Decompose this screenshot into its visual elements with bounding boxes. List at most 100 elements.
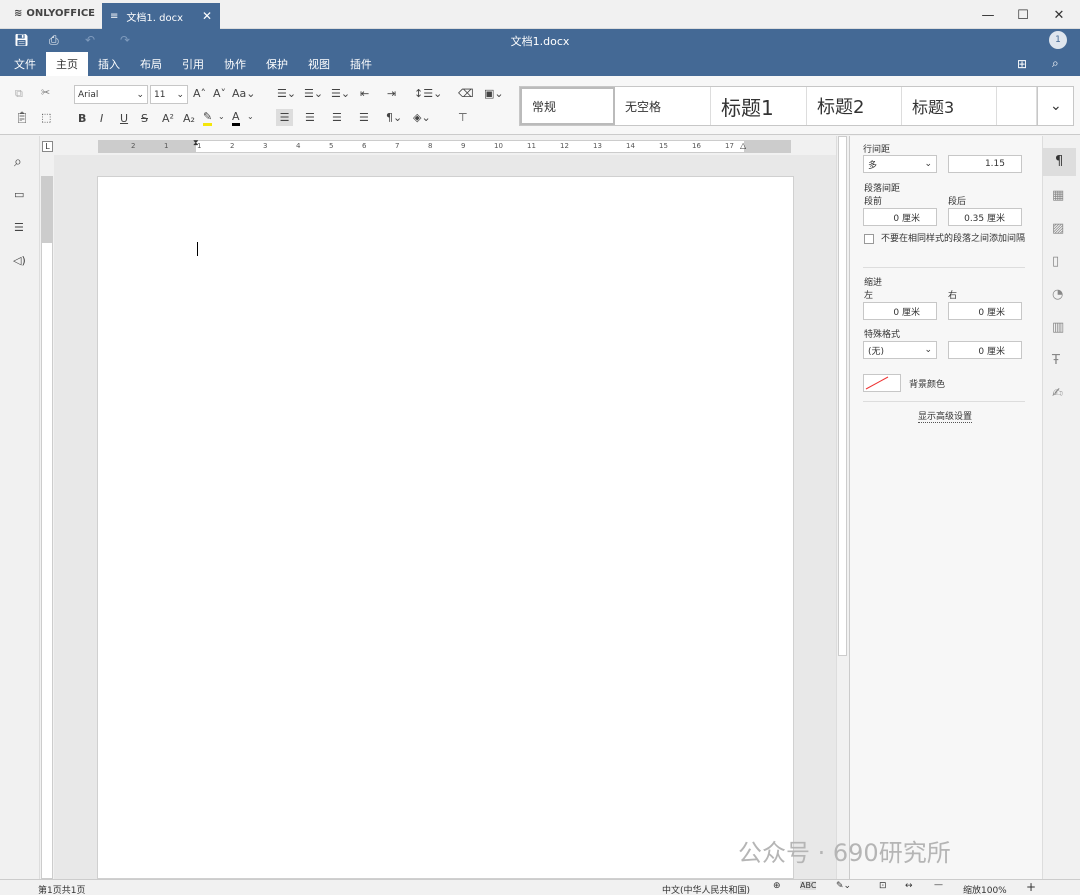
line-spacing-input[interactable]: 1.15 xyxy=(948,155,1022,173)
expand-styles-icon[interactable]: ⌄ xyxy=(1037,87,1073,125)
maximize-button[interactable]: ☐ xyxy=(1008,4,1038,26)
tab-references[interactable]: 引用 xyxy=(172,52,214,76)
style-normal[interactable]: 常规 xyxy=(520,87,615,125)
advanced-settings-link[interactable]: 显示高级设置 xyxy=(918,409,973,423)
cut-icon[interactable]: ✂ xyxy=(41,86,50,99)
feedback-icon[interactable]: ◁) xyxy=(13,254,26,267)
track-changes-icon[interactable]: ✎⌄ xyxy=(836,881,851,891)
search-icon[interactable]: ⌕ xyxy=(1052,56,1059,71)
chevron-down-icon[interactable]: ⌄ xyxy=(218,112,225,121)
superscript-icon[interactable]: A² xyxy=(162,112,174,125)
font-name-select[interactable]: Arial ⌄ xyxy=(74,85,148,104)
bold-icon[interactable]: B xyxy=(78,112,86,125)
chevron-down-icon[interactable]: ⌄ xyxy=(247,112,254,121)
select-all-icon[interactable]: ⬚ xyxy=(41,111,51,124)
special-format-value-input[interactable]: 0 厘米 xyxy=(948,341,1022,359)
align-left-icon[interactable]: ☰ xyxy=(276,109,293,126)
spellcheck-icon[interactable]: ABC xyxy=(800,881,817,890)
zoom-in-icon[interactable]: + xyxy=(1026,880,1036,894)
tab-file[interactable]: 文件 xyxy=(4,52,46,76)
shading-icon[interactable]: ◈⌄ xyxy=(413,111,431,124)
decrease-font-icon[interactable]: A˅ xyxy=(213,87,226,100)
divider xyxy=(863,267,1025,268)
chevron-down-icon: ⌄ xyxy=(136,89,144,100)
left-indent-input[interactable]: 0 厘米 xyxy=(863,302,937,320)
vertical-scrollbar[interactable] xyxy=(836,136,848,879)
line-spacing-icon[interactable]: ↕☰⌄ xyxy=(414,87,442,100)
comments-icon[interactable]: ▭ xyxy=(14,188,24,201)
image-settings-icon[interactable]: ▨ xyxy=(1052,221,1064,236)
fit-width-icon[interactable]: ↔ xyxy=(905,881,913,891)
globe-icon[interactable]: ⊕ xyxy=(773,881,781,891)
style-heading3[interactable]: 标题3 xyxy=(902,87,997,125)
document-tab[interactable]: ≡ 文档1. docx ✕ xyxy=(102,3,220,29)
close-tab-icon[interactable]: ✕ xyxy=(202,9,212,23)
right-indent-input[interactable]: 0 厘米 xyxy=(948,302,1022,320)
no-space-checkbox[interactable] xyxy=(864,234,874,244)
search-icon[interactable]: ⌕ xyxy=(14,154,22,170)
paste-icon[interactable]: 📋︎ xyxy=(15,111,29,124)
tab-view[interactable]: 视图 xyxy=(298,52,340,76)
tab-layout[interactable]: 布局 xyxy=(130,52,172,76)
chart-settings-icon[interactable]: ▥ xyxy=(1052,320,1064,335)
spacing-before-input[interactable]: 0 厘米 xyxy=(863,208,937,226)
paragraph-settings-icon[interactable]: ¶ xyxy=(1055,154,1063,169)
tab-home[interactable]: 主页 xyxy=(46,52,88,76)
justify-icon[interactable]: ☰ xyxy=(359,111,369,124)
line-spacing-mode-select[interactable]: 多 ⌄ xyxy=(863,155,937,173)
align-right-icon[interactable]: ☰ xyxy=(332,111,342,124)
navigation-icon[interactable]: ☰ xyxy=(14,221,24,234)
signature-settings-icon[interactable]: ✍ xyxy=(1052,386,1063,401)
font-size-select[interactable]: 11 ⌄ xyxy=(150,85,188,104)
tab-collaboration[interactable]: 协作 xyxy=(214,52,256,76)
bullet-list-icon[interactable]: ☰⌄ xyxy=(277,87,296,100)
user-avatar[interactable]: 1 xyxy=(1049,31,1067,49)
shape-settings-icon[interactable]: ◔ xyxy=(1052,287,1063,302)
copy-icon[interactable]: ⧉ xyxy=(15,87,23,101)
scrollbar-thumb[interactable] xyxy=(838,136,847,656)
special-format-select[interactable]: (无) ⌄ xyxy=(863,341,937,359)
clear-style-icon[interactable]: ⌫ xyxy=(458,87,474,100)
zoom-out-icon[interactable]: — xyxy=(934,880,943,890)
decrease-indent-icon[interactable]: ⇤ xyxy=(360,87,369,100)
increase-font-icon[interactable]: A˄ xyxy=(193,87,206,100)
spacing-after-input[interactable]: 0.35 厘米 xyxy=(948,208,1022,226)
italic-icon[interactable]: I xyxy=(100,112,103,125)
multilevel-list-icon[interactable]: ☰⌄ xyxy=(331,87,350,100)
header-footer-icon[interactable]: ▯ xyxy=(1052,254,1059,269)
style-heading2[interactable]: 标题2 xyxy=(807,87,902,125)
copy-style-icon[interactable]: ⊤ xyxy=(458,111,468,124)
style-no-spacing[interactable]: 无空格 xyxy=(615,87,711,125)
tab-insert[interactable]: 插入 xyxy=(88,52,130,76)
increase-indent-icon[interactable]: ⇥ xyxy=(387,87,396,100)
open-location-icon[interactable]: ⊞ xyxy=(1017,57,1027,71)
style-heading1[interactable]: 标题1 xyxy=(711,87,807,125)
table-settings-icon[interactable]: ▦ xyxy=(1052,188,1064,203)
color-scheme-icon[interactable]: ▣⌄ xyxy=(484,87,504,100)
background-color-picker[interactable] xyxy=(863,374,901,392)
textart-settings-icon[interactable]: Ŧ xyxy=(1052,353,1060,368)
tab-plugins[interactable]: 插件 xyxy=(340,52,382,76)
right-indent-marker[interactable]: △ xyxy=(740,141,746,150)
underline-icon[interactable]: U xyxy=(120,112,128,125)
language-select[interactable]: 中文(中华人民共和国) xyxy=(662,883,750,895)
strikethrough-icon[interactable]: S xyxy=(141,112,148,125)
minimize-button[interactable]: — xyxy=(973,4,1003,26)
document-page[interactable] xyxy=(97,176,794,879)
tab-protection[interactable]: 保护 xyxy=(256,52,298,76)
indent-marker[interactable]: ⧗ xyxy=(193,138,199,148)
close-window-button[interactable]: ✕ xyxy=(1044,4,1074,26)
paragraph-spacing-label: 段落间距 xyxy=(864,184,901,194)
paragraph-marks-icon[interactable]: ¶⌄ xyxy=(386,111,402,124)
numbered-list-icon[interactable]: ☰⌄ xyxy=(304,87,323,100)
style-empty[interactable] xyxy=(997,87,1037,125)
vertical-ruler[interactable] xyxy=(41,176,53,879)
highlight-icon[interactable]: ✎ xyxy=(203,110,213,126)
change-case-icon[interactable]: Aa⌄ xyxy=(232,87,255,100)
align-center-icon[interactable]: ☰ xyxy=(305,111,315,124)
font-color-icon[interactable]: A xyxy=(232,110,240,126)
tab-stop-toggle[interactable]: L xyxy=(42,141,53,152)
horizontal-ruler[interactable]: 2 1 1 2 3 4 5 6 7 8 9 10 11 12 13 14 15 16 17 ⧗ △ xyxy=(98,138,791,153)
fit-page-icon[interactable]: ⊡ xyxy=(879,881,887,891)
subscript-icon[interactable]: A₂ xyxy=(183,112,195,125)
